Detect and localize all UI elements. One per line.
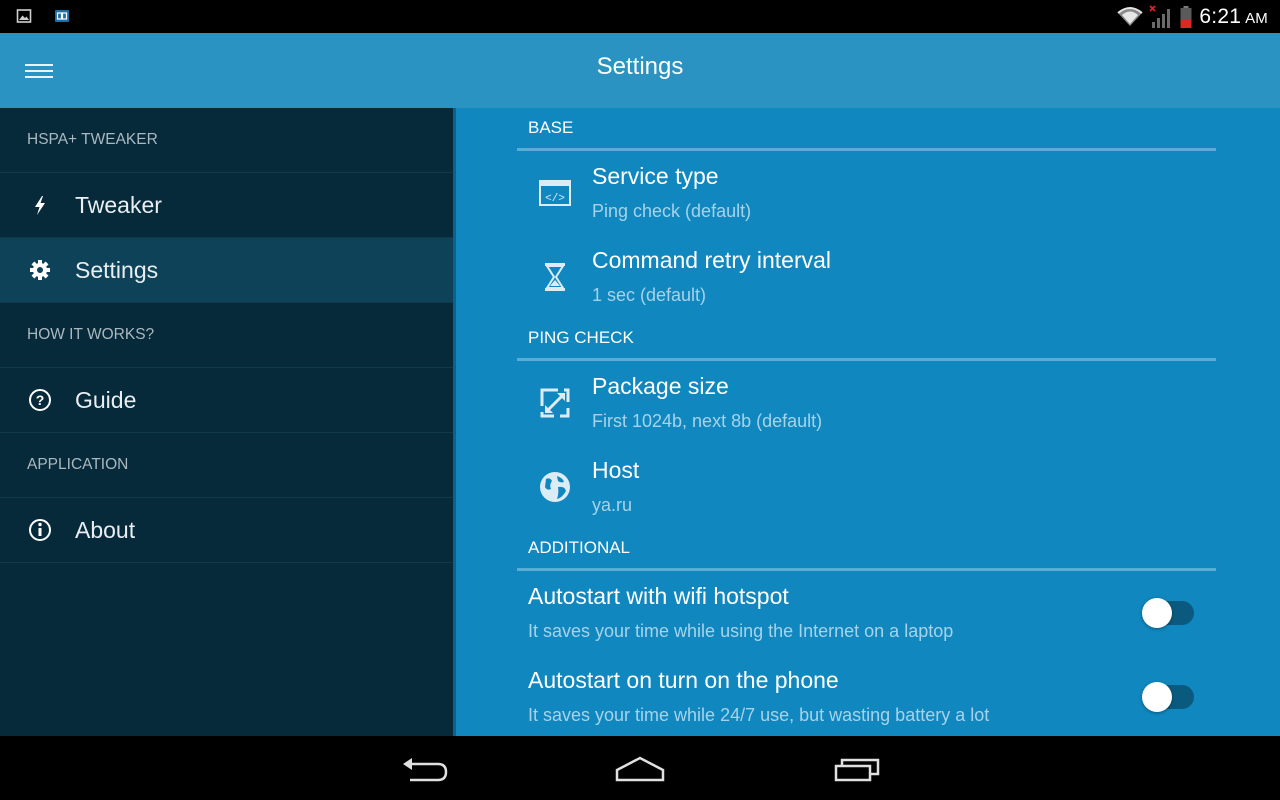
drawer-section-header: HOW IT WORKS? (0, 303, 453, 368)
pref-summary: 1 sec (default) (592, 285, 707, 305)
resize-icon (540, 388, 570, 418)
app-bar: Settings (0, 33, 1280, 108)
image-notification-icon (16, 9, 32, 23)
toggle-thumb (1142, 682, 1172, 712)
help-circle-icon: ? (26, 386, 54, 414)
section-ping-check: PING CHECK Package size First 1024b, nex… (517, 318, 1216, 529)
svg-text:?: ? (36, 392, 45, 408)
toggle-thumb (1142, 598, 1172, 628)
drawer-divider (453, 108, 456, 736)
clock-time: 6:21 (1199, 5, 1242, 28)
recents-icon[interactable] (827, 750, 887, 786)
drawer-section-header: APPLICATION (0, 433, 453, 498)
globe-icon (540, 472, 570, 502)
wifi-icon (1117, 7, 1144, 26)
pref-summary: First 1024b, next 8b (default) (592, 411, 823, 431)
section-additional: ADDITIONAL Autostart with wifi hotspot I… (517, 528, 1216, 736)
section-title: BASE (517, 108, 1216, 151)
status-bar: 6:21 AM (0, 0, 1280, 33)
drawer-item-settings[interactable]: Settings (0, 238, 453, 303)
clock: 6:21 AM (1199, 5, 1268, 29)
section-title: PING CHECK (517, 318, 1216, 361)
pref-title: Command retry interval (592, 247, 832, 273)
drawer-item-label: Tweaker (75, 191, 162, 218)
lightning-icon (26, 191, 54, 219)
pref-title: Autostart with wifi hotspot (528, 583, 789, 609)
pref-service-type[interactable]: </> Service type Ping check (default) (517, 151, 1216, 235)
pref-title: Package size (592, 373, 729, 399)
pref-summary: It saves your time while using the Inter… (528, 621, 954, 641)
navigation-drawer: HSPA+ TWEAKER Tweaker Settings HOW IT WO… (0, 108, 453, 736)
back-icon[interactable] (394, 750, 454, 786)
drawer-item-about[interactable]: About (0, 498, 453, 563)
system-status: 6:21 AM (1117, 4, 1268, 30)
pref-package-size[interactable]: Package size First 1024b, next 8b (defau… (517, 361, 1216, 445)
pref-command-retry-interval[interactable]: Command retry interval 1 sec (default) (517, 235, 1216, 319)
section-base: BASE </> Service type Ping check (defaul… (517, 108, 1216, 319)
battery-low-icon (1180, 6, 1192, 28)
pref-title: Autostart on turn on the phone (528, 667, 839, 693)
recents-button[interactable] (827, 750, 887, 786)
section-title: ADDITIONAL (517, 528, 1216, 571)
drawer-item-tweaker[interactable]: Tweaker (0, 173, 453, 238)
hourglass-icon (545, 263, 565, 291)
drawer-section-header: HSPA+ TWEAKER (0, 108, 453, 173)
drawer-item-label: Guide (75, 386, 137, 413)
drawer-item-guide[interactable]: ? Guide (0, 368, 453, 433)
page-title: Settings (596, 53, 684, 80)
gear-icon (26, 256, 54, 284)
app-notification-icon (55, 10, 69, 22)
code-window-icon: </> (539, 180, 571, 206)
system-nav-bar (0, 736, 1280, 800)
pref-summary: It saves your time while 24/7 use, but w… (528, 705, 990, 725)
drawer-item-label: Settings (75, 256, 159, 283)
pref-autostart-turn-on-phone[interactable]: Autostart on turn on the phone It saves … (517, 655, 1216, 736)
autostart-turn-on-phone-toggle[interactable] (1142, 681, 1194, 713)
pref-host[interactable]: Host ya.ru (517, 445, 1216, 529)
home-button[interactable] (610, 750, 670, 786)
info-circle-icon (26, 516, 54, 544)
pref-summary: Ping check (default) (592, 201, 752, 221)
pref-summary: ya.ru (592, 495, 633, 515)
pref-title: Service type (592, 163, 719, 189)
clock-ampm: AM (1245, 10, 1268, 27)
notification-icons (16, 8, 70, 24)
pref-autostart-wifi-hotspot[interactable]: Autostart with wifi hotspot It saves you… (517, 571, 1216, 655)
drawer-item-label: About (75, 516, 136, 543)
signal-no-service-icon (1149, 5, 1171, 28)
svg-text:</>: </> (545, 193, 565, 205)
settings-content[interactable]: BASE </> Service type Ping check (defaul… (453, 108, 1280, 736)
pref-title: Host (592, 457, 640, 483)
back-button[interactable] (394, 750, 454, 786)
home-icon[interactable] (610, 750, 670, 786)
autostart-wifi-hotspot-toggle[interactable] (1142, 597, 1194, 629)
